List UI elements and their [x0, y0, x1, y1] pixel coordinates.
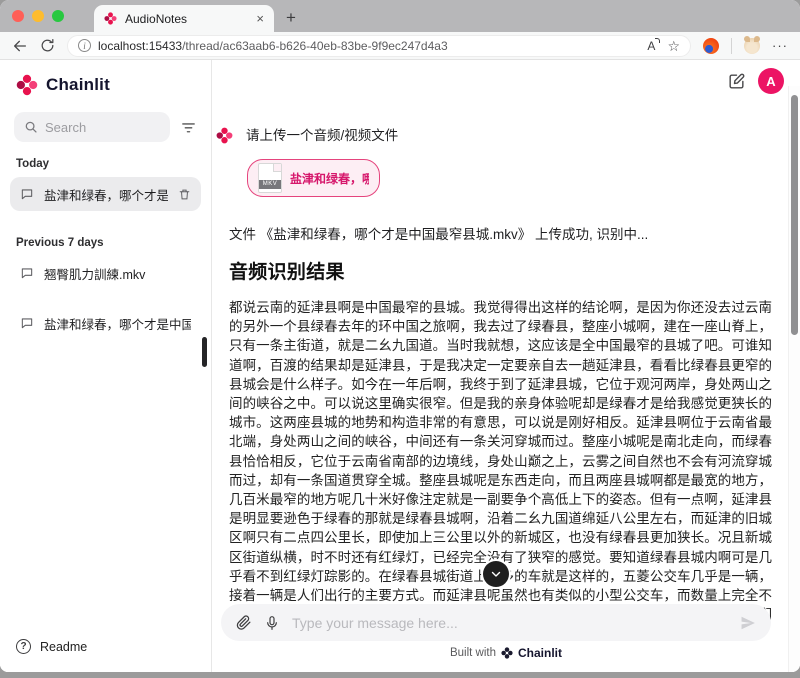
attachment-name: 盐津和绿春，哪...	[290, 171, 369, 186]
chainlit-app: Chainlit Today 盐津和绿春，哪个才是中...	[0, 60, 800, 672]
filter-icon[interactable]	[180, 119, 197, 136]
brand-name: Chainlit	[46, 75, 110, 94]
search-input[interactable]	[45, 119, 160, 135]
readme-link[interactable]: i ? Readme	[0, 639, 211, 672]
sidebar-resize-handle[interactable]	[202, 337, 207, 367]
url-host: localhost:15433	[98, 38, 183, 53]
browser-tab-bar: AudioNotes × +	[0, 0, 800, 32]
address-bar[interactable]: i localhost:15433/thread/ac63aab6-b626-4…	[67, 34, 691, 57]
message-composer[interactable]	[221, 604, 771, 641]
maximize-window-button[interactable]	[52, 10, 64, 22]
chat-thread: 请上传一个音频/视频文件 MKV 盐津和绿春，哪... 文件 《盐津和绿春，哪个…	[216, 60, 772, 620]
trash-icon[interactable]	[178, 188, 191, 201]
browser-extension-icon[interactable]	[703, 37, 719, 54]
new-tab-button[interactable]: +	[286, 8, 296, 28]
search-icon	[24, 120, 38, 134]
close-window-button[interactable]	[12, 10, 24, 22]
help-circle-icon: ?	[16, 639, 31, 654]
favorite-star-icon[interactable]: ☆	[667, 39, 680, 53]
section-label-previous: Previous 7 days	[16, 237, 104, 249]
brand-row: Chainlit	[0, 60, 211, 104]
scroll-to-bottom-button[interactable]	[483, 561, 509, 587]
assistant-avatar-chainlit-icon	[216, 127, 233, 144]
thread-title: 翘臀肌力訓練.mkv	[44, 267, 146, 282]
tab-favicon-chainlit-icon	[104, 12, 117, 25]
chevron-down-icon	[489, 567, 503, 581]
url-text[interactable]: localhost:15433/thread/ac63aab6-b626-40e…	[98, 39, 640, 53]
readme-label: Readme	[40, 639, 88, 654]
search-box[interactable]	[14, 112, 170, 142]
sidebar-item-thread-current[interactable]: 盐津和绿春，哪个才是中...	[10, 177, 201, 211]
attach-file-icon[interactable]	[235, 614, 252, 631]
back-icon[interactable]	[12, 38, 28, 54]
file-icon: MKV	[258, 163, 282, 193]
reload-icon[interactable]	[40, 38, 55, 53]
toolbar-divider	[731, 37, 732, 54]
user-avatar[interactable]: A	[758, 68, 784, 94]
sidebar: Chainlit Today 盐津和绿春，哪个才是中...	[0, 60, 212, 672]
section-label-today: Today	[16, 158, 50, 170]
browser-nav-bar: i localhost:15433/thread/ac63aab6-b626-4…	[0, 32, 800, 60]
sidebar-item-thread[interactable]: 盐津和绿春，哪个才是中国...	[10, 306, 201, 340]
thread-title: 盐津和绿春，哪个才是中国...	[44, 317, 191, 332]
main-chat-area: A 请上传一个音频/视频文件 MKV 盐津和绿春，哪... 文件 《盐	[212, 60, 800, 672]
chainlit-logo-icon	[501, 647, 513, 659]
browser-menu-icon[interactable]: ···	[772, 38, 788, 53]
scrollbar-thumb[interactable]	[791, 95, 798, 335]
new-chat-icon[interactable]	[727, 72, 746, 91]
minimize-window-button[interactable]	[32, 10, 44, 22]
microphone-icon[interactable]	[264, 615, 280, 631]
assistant-message: 请上传一个音频/视频文件	[216, 126, 772, 146]
header-actions: A	[727, 68, 784, 94]
message-input[interactable]	[292, 614, 727, 631]
attachment-chip[interactable]: MKV 盐津和绿春，哪...	[247, 159, 380, 197]
chat-bubble-icon	[20, 187, 34, 201]
chainlit-logo-icon	[16, 74, 38, 96]
upload-status-text: 文件 《盐津和绿春，哪个才是中国最窄县城.mkv》 上传成功, 识别中...	[229, 227, 649, 242]
sidebar-item-thread[interactable]: 翘臀肌力訓練.mkv	[10, 256, 201, 290]
file-type-badge: MKV	[259, 180, 281, 189]
read-aloud-icon[interactable]: A	[647, 37, 661, 53]
site-info-icon[interactable]: i	[78, 39, 91, 52]
chat-bubble-icon	[20, 316, 34, 330]
assistant-message-text: 请上传一个音频/视频文件	[246, 128, 399, 143]
tab-close-icon[interactable]: ×	[256, 12, 264, 25]
browser-extension-pet-icon[interactable]	[744, 35, 760, 54]
built-with-brand: Chainlit	[518, 646, 563, 660]
window-controls	[0, 0, 78, 32]
send-icon[interactable]	[739, 614, 757, 632]
url-path: /thread/ac63aab6-b626-40eb-83be-9f9ec247…	[182, 38, 448, 53]
tab-title: AudioNotes	[125, 11, 188, 26]
chat-bubble-icon	[20, 266, 34, 280]
browser-window: AudioNotes × + i localhost:15433/thread/…	[0, 0, 800, 672]
result-heading: 音频识别结果	[229, 262, 345, 283]
built-with-footer[interactable]: Built with Chainlit	[212, 646, 800, 660]
browser-tab[interactable]: AudioNotes ×	[94, 5, 274, 32]
search-row	[0, 104, 211, 142]
built-with-text: Built with	[449, 647, 497, 659]
thread-title: 盐津和绿春，哪个才是中...	[44, 188, 168, 203]
